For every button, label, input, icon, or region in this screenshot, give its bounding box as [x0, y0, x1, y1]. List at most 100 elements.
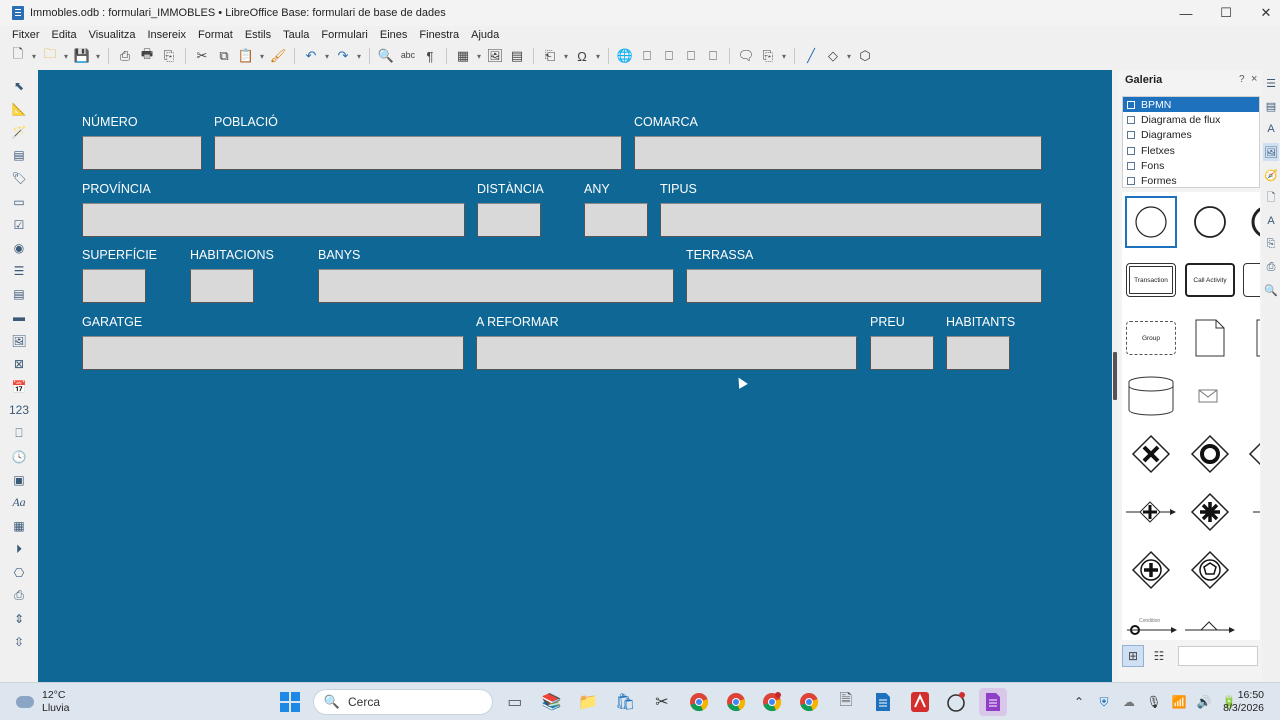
menu-ajuda[interactable]: Ajuda [465, 29, 505, 41]
menu-insereix[interactable]: Insereix [141, 29, 192, 41]
insert-field-icon[interactable]: ⎗ [540, 46, 560, 66]
formatted-field-icon[interactable]: ⊠ [8, 353, 30, 375]
maximize-button[interactable]: ☐ [1206, 0, 1246, 26]
libreoffice-writer-icon[interactable] [869, 688, 897, 716]
chevron-down-icon[interactable]: ▾ [30, 46, 38, 66]
recording-app-icon[interactable] [942, 688, 970, 716]
a-reformar-field[interactable] [476, 336, 857, 370]
list-box-icon[interactable]: ☰ [8, 260, 30, 282]
menu-taula[interactable]: Taula [277, 29, 315, 41]
combo-box-icon[interactable]: ▤ [8, 283, 30, 305]
garatge-field[interactable] [82, 336, 464, 370]
theme-item-diagrama-de-flux[interactable]: Diagrama de flux [1123, 112, 1259, 127]
tipus-field[interactable] [660, 203, 1042, 237]
draw-functions-icon[interactable]: ⬡ [855, 46, 875, 66]
gallery-item-parallel-gateway[interactable] [1125, 544, 1177, 596]
libreoffice-base-taskbar-icon[interactable] [979, 688, 1008, 716]
track-changes-icon[interactable]: ⎘ [758, 46, 778, 66]
theme-item-fletxes[interactable]: Fletxes [1123, 143, 1259, 158]
chevron-down-icon[interactable]: ▾ [845, 46, 853, 66]
insert-image-icon[interactable]: 🖼 [485, 46, 505, 66]
gallery-close-button[interactable]: × [1251, 73, 1257, 85]
theme-item-diagrames[interactable]: Diagrames [1123, 128, 1259, 143]
menu-visualitza[interactable]: Visualitza [83, 29, 142, 41]
file-explorer-icon[interactable]: 📁 [574, 688, 602, 716]
option-button-icon[interactable]: ◉ [8, 237, 30, 259]
find-replace-icon[interactable]: 🔍 [376, 46, 396, 66]
clone-formatting-icon[interactable]: 🖌 [268, 46, 288, 66]
chrome-profile-3-icon[interactable] [758, 688, 786, 716]
open-folder-icon[interactable]: 🗀 [40, 46, 60, 66]
any-field[interactable] [584, 203, 648, 237]
numerical-field-icon[interactable]: 123 [8, 399, 30, 421]
chevron-down-icon[interactable]: ▾ [562, 46, 570, 66]
detailed-view-button[interactable]: ☷ [1148, 645, 1170, 667]
chevron-down-icon[interactable]: ▾ [780, 46, 788, 66]
endnote-icon[interactable]: ⎕ [659, 46, 679, 66]
image-control-icon[interactable]: ▣ [8, 469, 30, 491]
menu-finestra[interactable]: Finestra [413, 29, 465, 41]
gallery-item-end-event[interactable] [1242, 196, 1260, 248]
date-field-icon[interactable]: 📅 [8, 376, 30, 398]
snipping-tool-icon[interactable]: ✂ [648, 688, 676, 716]
gallery-item-exclusive-gateway[interactable] [1125, 428, 1177, 480]
acrobat-icon[interactable] [906, 688, 934, 716]
control-wizards-icon[interactable]: 🪄 [8, 121, 30, 143]
form-design-icon[interactable]: ▤ [8, 144, 30, 166]
gallery-item-message[interactable] [1184, 370, 1236, 422]
gallery-help-button[interactable]: ? [1239, 74, 1245, 85]
defender-icon[interactable]: ⛨ [1093, 691, 1115, 713]
cross-reference-icon[interactable]: ⎕ [703, 46, 723, 66]
gallery-item-event-gateway[interactable] [1184, 428, 1236, 480]
gallery-item-gateway-edge[interactable] [1242, 544, 1260, 596]
chevron-down-icon[interactable]: ▾ [258, 46, 266, 66]
menu-estils[interactable]: Estils [239, 29, 277, 41]
check-box-icon[interactable]: ☑ [8, 214, 30, 236]
sidebar-menu-icon[interactable]: ☰ [1263, 74, 1279, 92]
icon-view-button[interactable]: ⊞ [1122, 645, 1144, 667]
form-canvas[interactable]: NÚMERO POBLACIÓ COMARCA PROVÍNCIA DISTÀN… [38, 70, 1112, 682]
gallery-item-data-object[interactable] [1184, 312, 1236, 364]
insert-table-icon[interactable]: ▦ [453, 46, 473, 66]
chevron-down-icon[interactable]: ▾ [355, 46, 363, 66]
gallery-item-intermediate-event[interactable] [1184, 196, 1236, 248]
formatting-marks-icon[interactable]: ¶ [420, 46, 440, 66]
chevron-down-icon[interactable]: ▾ [62, 46, 70, 66]
distancia-field[interactable] [477, 203, 541, 237]
wifi-icon[interactable]: 📶 [1168, 691, 1190, 713]
gallery-item-event-based-gateway[interactable] [1184, 544, 1236, 596]
group-box-icon[interactable]: ⎔ [8, 562, 30, 584]
hyperlink-icon[interactable]: 🌐 [615, 46, 635, 66]
theme-item-formes[interactable]: Formes [1123, 173, 1259, 188]
chevron-down-icon[interactable]: ▾ [475, 46, 483, 66]
design-mode-icon[interactable]: 📐 [8, 98, 30, 120]
numero-field[interactable] [82, 136, 202, 170]
print-icon[interactable]: 🖶 [137, 46, 157, 66]
file-selection-icon[interactable]: ⎙ [8, 585, 30, 607]
gallery-item-data-store[interactable] [1125, 370, 1177, 422]
microphone-icon[interactable]: 🎙 [1143, 691, 1165, 713]
gallery-item-call-activity[interactable]: Call Activity [1184, 254, 1236, 306]
gallery-item-group[interactable]: Group [1125, 312, 1177, 364]
terrassa-field[interactable] [686, 269, 1042, 303]
store-icon[interactable]: 🛍 [611, 688, 639, 716]
menu-edita[interactable]: Edita [46, 29, 83, 41]
bookmark-icon[interactable]: ⎕ [681, 46, 701, 66]
spelling-icon[interactable]: ᵃᵇᶜ [398, 46, 418, 66]
preu-field[interactable] [870, 336, 934, 370]
windows-start-icon[interactable] [276, 688, 304, 716]
properties-icon[interactable]: ▤ [1263, 97, 1279, 115]
gallery-item-parallel-flow[interactable] [1125, 486, 1177, 538]
page-icon[interactable]: 🗋 [1263, 189, 1279, 207]
image-button-icon[interactable]: 🖼 [8, 330, 30, 352]
gallery-theme-list[interactable]: BPMN Diagrama de flux Diagrames Fletxes … [1122, 96, 1260, 188]
new-document-icon[interactable]: 🗋 [8, 46, 28, 66]
gallery-item-sequence-flow[interactable] [1242, 486, 1260, 538]
label-icon[interactable]: 🏷 [8, 167, 30, 189]
comarca-field[interactable] [634, 136, 1042, 170]
superficie-field[interactable] [82, 269, 146, 303]
provincia-field[interactable] [82, 203, 465, 237]
print-preview-icon[interactable]: ⎘ [159, 46, 179, 66]
gallery-item-annotation[interactable] [1242, 312, 1260, 364]
text-box-icon[interactable]: ▭ [8, 191, 30, 213]
